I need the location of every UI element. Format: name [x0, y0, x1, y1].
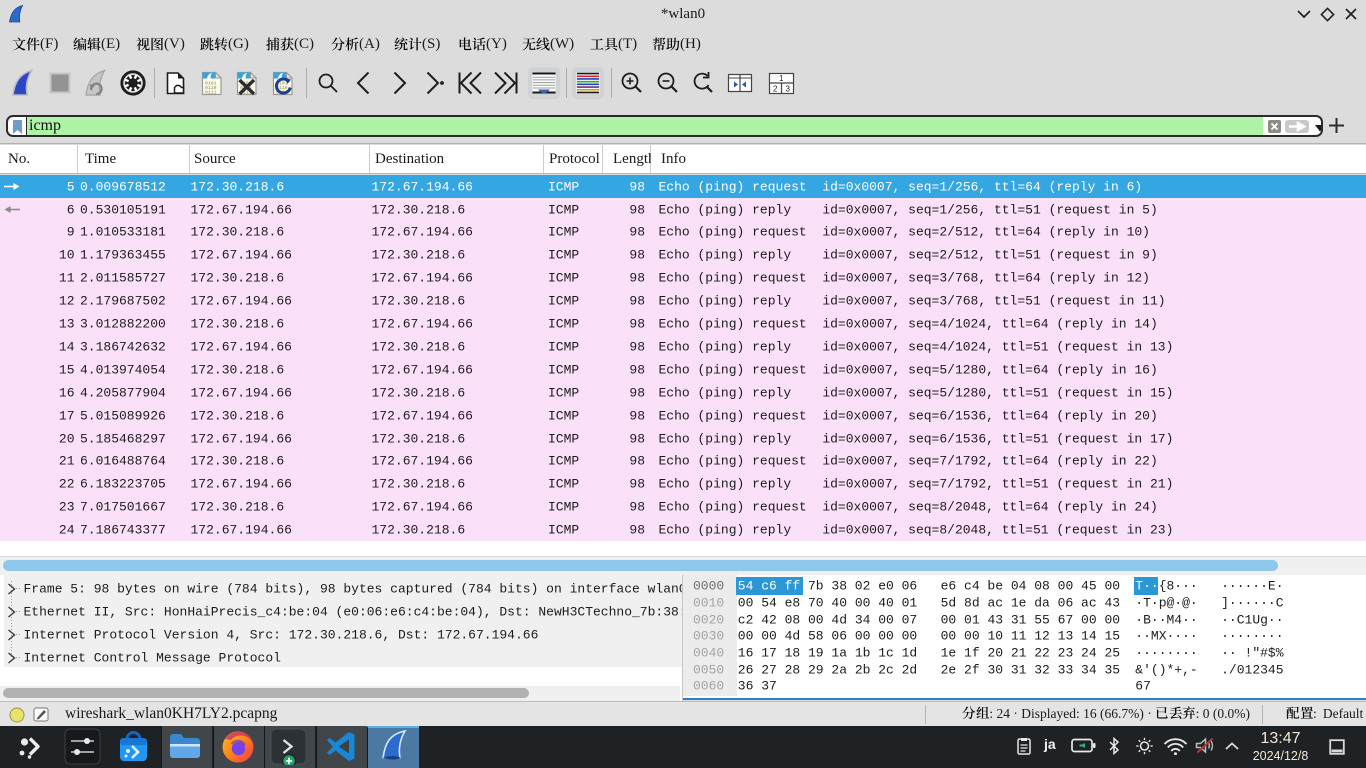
svg-text:2: 2 — [773, 85, 778, 94]
svg-text:3: 3 — [786, 85, 791, 94]
svg-text:1: 1 — [779, 74, 784, 83]
svg-text:0111: 0111 — [205, 90, 217, 96]
